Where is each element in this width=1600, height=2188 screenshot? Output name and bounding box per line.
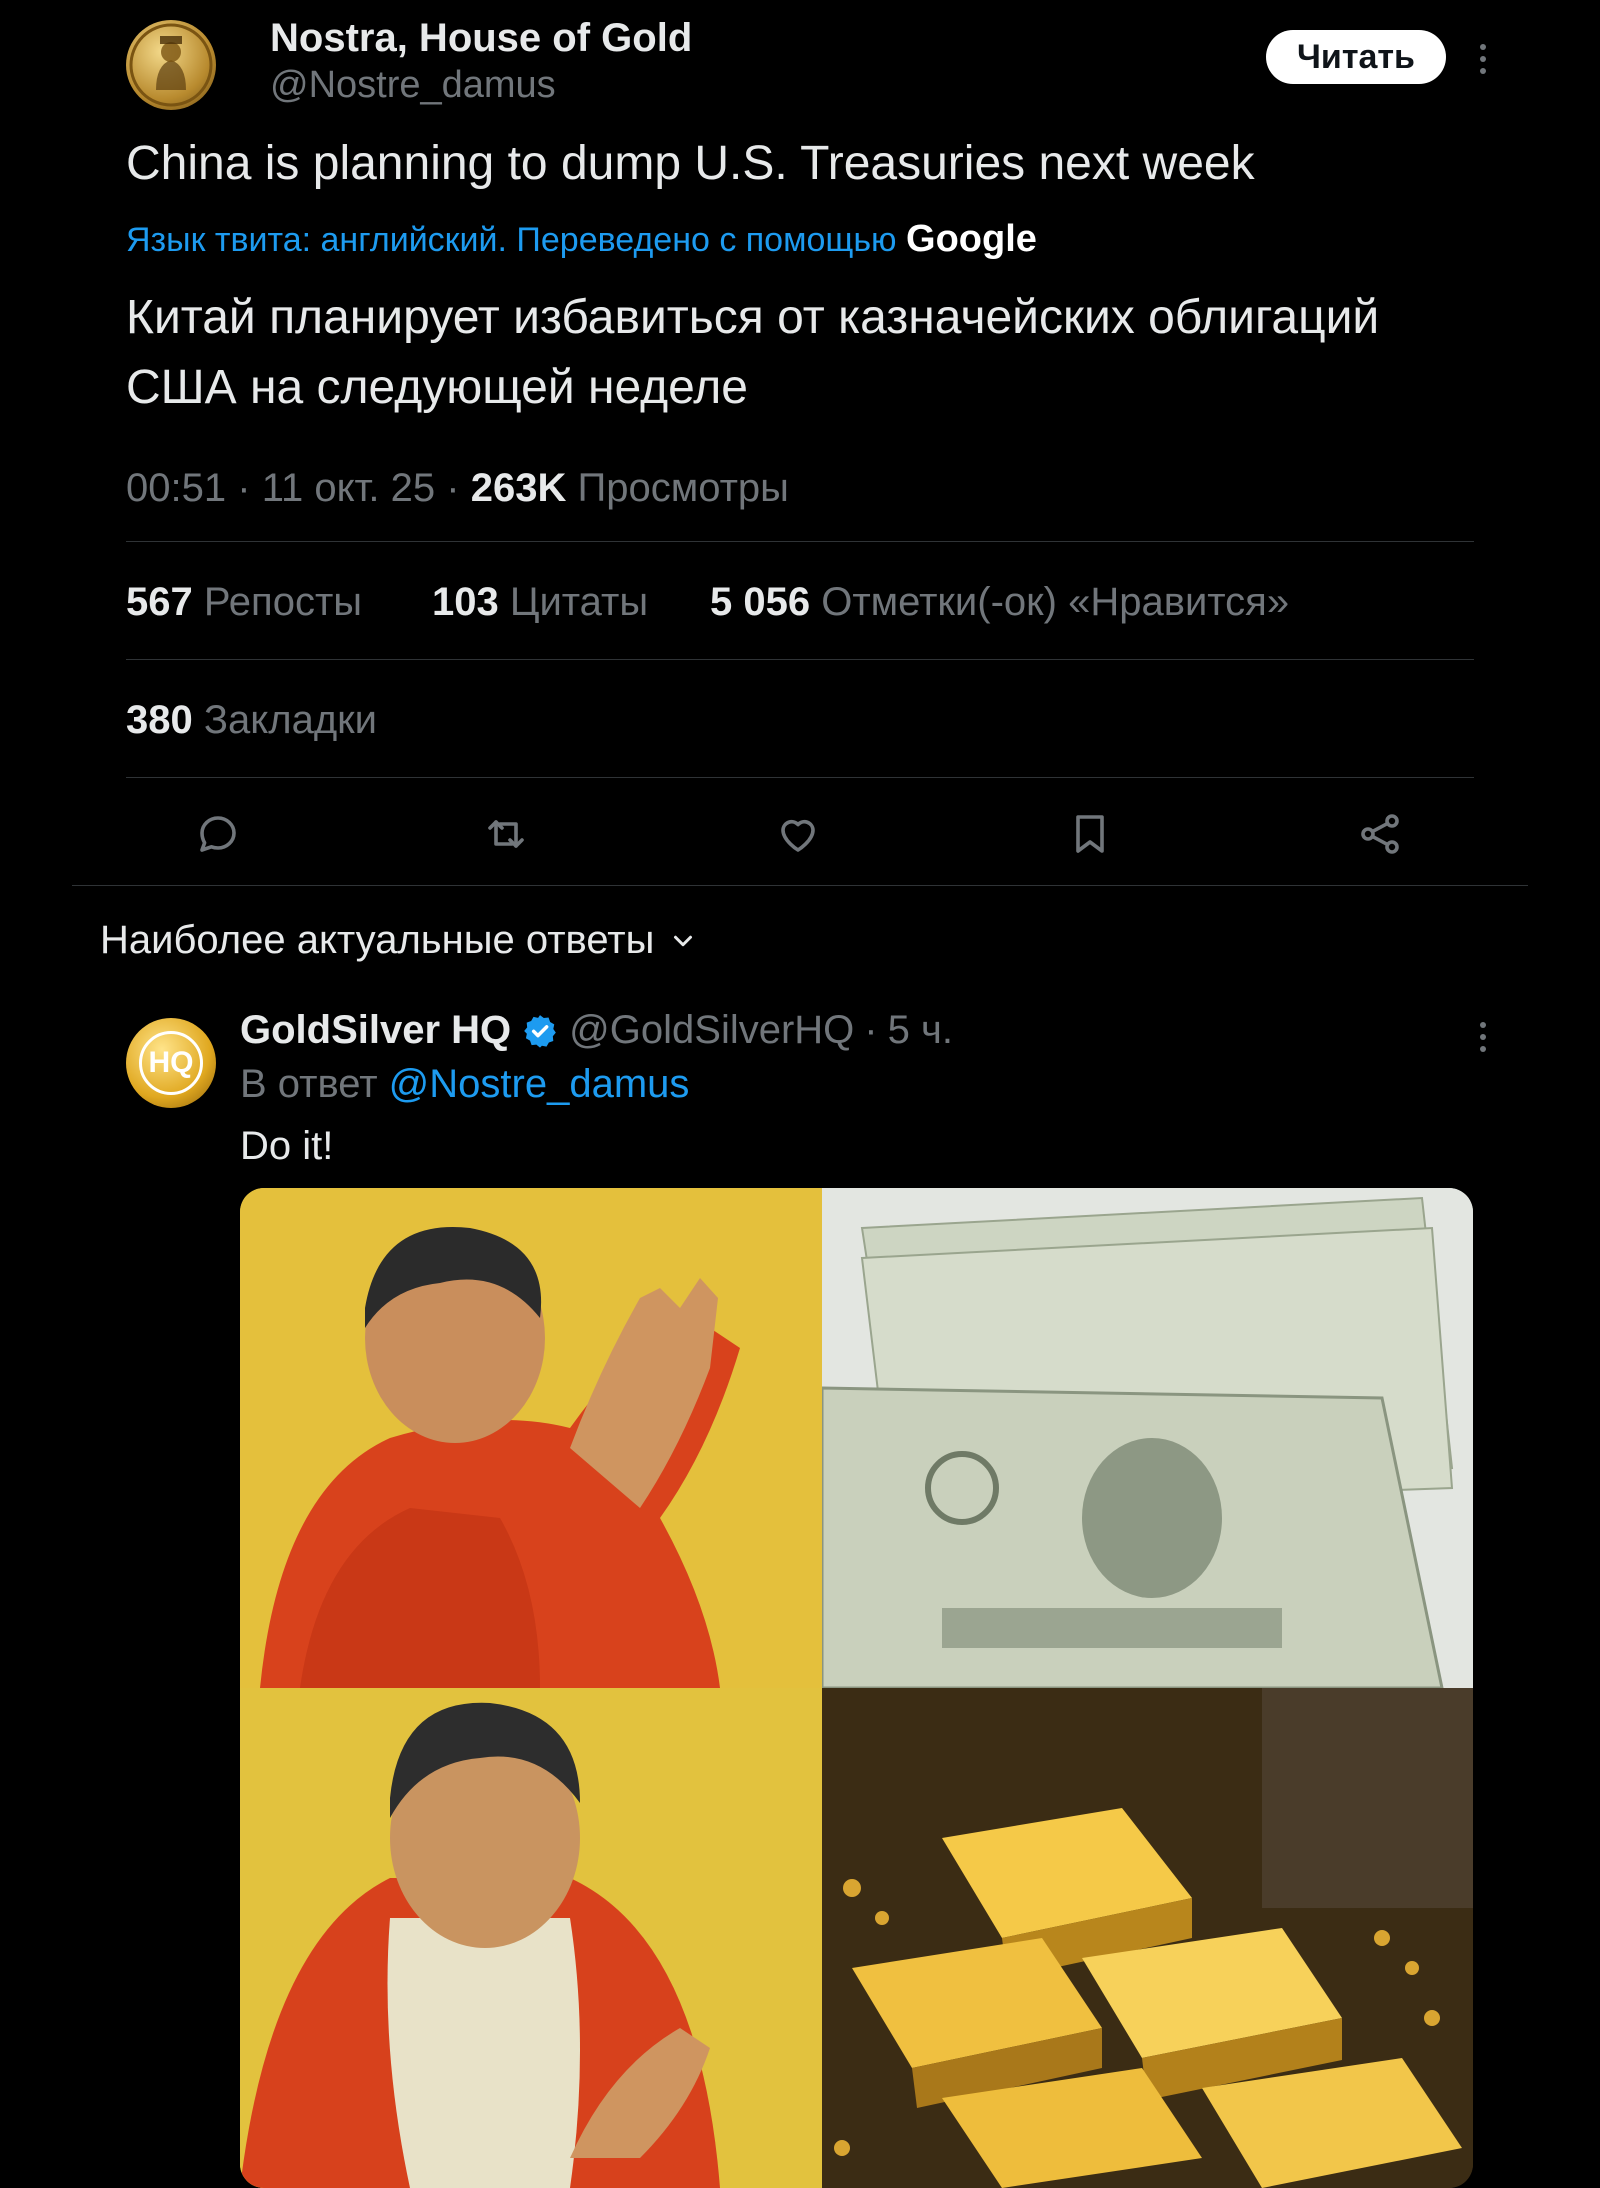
reply-header: GoldSilver HQ @GoldSilverHQ · 5 ч. [240, 1008, 953, 1053]
quotes-label: Цитаты [509, 580, 649, 624]
verified-badge-icon [521, 1012, 559, 1050]
divider [126, 777, 1474, 778]
bookmarks-label: Закладки [203, 698, 377, 742]
meme-panel-approve [240, 1688, 822, 2188]
reply-more-options-icon[interactable] [1468, 1022, 1498, 1052]
heart-icon[interactable] [774, 810, 822, 858]
meta-separator: · [237, 466, 251, 510]
meme-panel-gold [822, 1688, 1473, 2188]
reply-icon[interactable] [194, 810, 242, 858]
reply-author-name[interactable]: GoldSilver HQ [240, 1008, 511, 1053]
replies-sort-label: Наиболее актуальные ответы [100, 918, 655, 962]
reposts-label: Репосты [203, 580, 363, 624]
reply-text: Do it! [240, 1124, 334, 1168]
reposts-stat[interactable]: 567 Репосты [126, 580, 362, 625]
likes-stat[interactable]: 5 056 Отметки(-ок) «Нравится» [710, 580, 1289, 625]
meta-separator: · [446, 466, 460, 510]
reply-separator: · [864, 1008, 878, 1052]
views-count: 263K [470, 466, 567, 510]
views-label: Просмотры [577, 466, 789, 510]
share-icon[interactable] [1356, 810, 1404, 858]
replies-sort-dropdown[interactable]: Наиболее актуальные ответы [100, 918, 698, 963]
translation-notice-text[interactable]: Язык твита: английский. Переведено с пом… [126, 221, 897, 259]
divider [126, 659, 1474, 660]
quotes-stat[interactable]: 103 Цитаты [432, 580, 648, 625]
reply-avatar[interactable]: HQ [126, 1018, 216, 1108]
reposts-count: 567 [126, 580, 193, 624]
author-avatar[interactable] [126, 20, 216, 110]
reply-author-handle[interactable]: @GoldSilverHQ [569, 1008, 854, 1053]
reply-media-image[interactable] [240, 1188, 1473, 2188]
chevron-down-icon [668, 926, 698, 956]
translated-text-line1: Китай планирует избавиться от казначейск… [126, 291, 1380, 344]
divider [72, 885, 1528, 886]
bookmarks-count: 380 [126, 698, 193, 742]
reply-to-line: В ответ @Nostre_damus [240, 1062, 689, 1107]
tweet-date[interactable]: 11 окт. 25 [262, 466, 435, 510]
translation-notice: Язык твита: английский. Переведено с пом… [126, 218, 1037, 261]
divider [126, 541, 1474, 542]
translated-text-line2: США на следующей неделе [126, 361, 748, 414]
tweet-meta: 00:51 · 11 окт. 25 · 263K Просмотры [126, 466, 789, 511]
author-handle[interactable]: @Nostre_damus [270, 64, 556, 107]
likes-count: 5 056 [710, 580, 811, 624]
reply-to-handle[interactable]: @Nostre_damus [389, 1062, 690, 1106]
reply-to-prefix: В ответ [240, 1062, 378, 1106]
meme-panel-refuse [240, 1188, 822, 1688]
quotes-count: 103 [432, 580, 499, 624]
reply-avatar-text: HQ [139, 1031, 203, 1095]
reply-time[interactable]: 5 ч. [888, 1008, 953, 1053]
tweet-time[interactable]: 00:51 [126, 466, 226, 510]
bookmarks-stat[interactable]: 380 Закладки [126, 698, 377, 743]
retweet-icon[interactable] [482, 810, 530, 858]
likes-label: Отметки(-ок) «Нравится» [821, 580, 1290, 624]
author-name[interactable]: Nostra, House of Gold [270, 16, 692, 61]
bookmark-icon[interactable] [1066, 810, 1114, 858]
meme-panel-dollars [822, 1188, 1473, 1688]
more-options-icon[interactable] [1468, 44, 1498, 74]
follow-button[interactable]: Читать [1266, 30, 1446, 84]
google-logo: Google [906, 218, 1037, 260]
tweet-text: China is planning to dump U.S. Treasurie… [126, 137, 1255, 190]
